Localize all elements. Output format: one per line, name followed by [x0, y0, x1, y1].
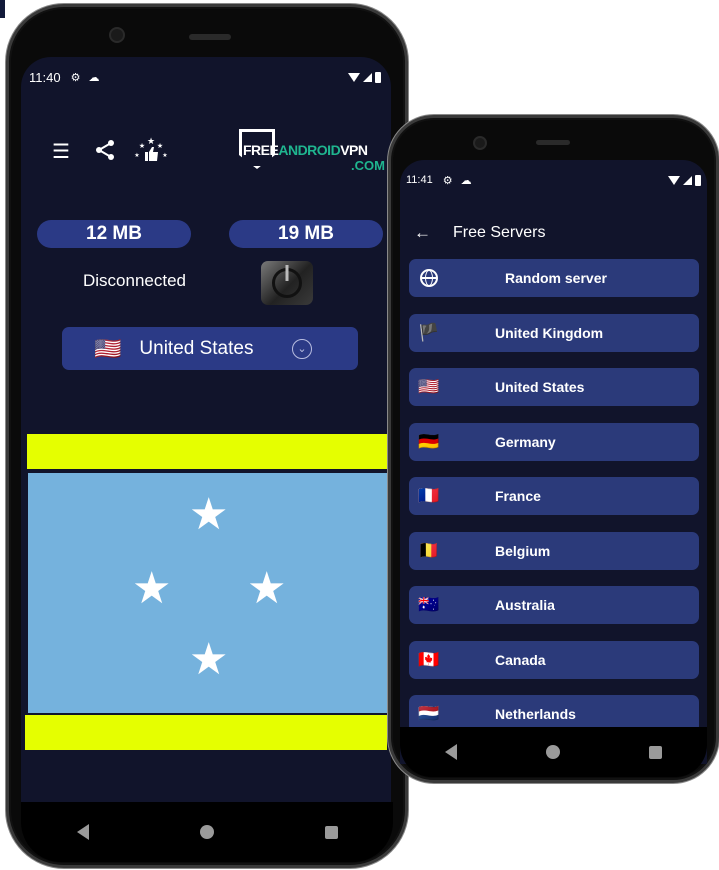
nav-back-icon[interactable]	[76, 824, 89, 840]
flag-star-right: ★	[247, 564, 287, 613]
signal-icon	[363, 72, 372, 82]
gear-icon: ⚙	[442, 174, 453, 187]
server-item-australia[interactable]: 🇦🇺 Australia	[409, 586, 699, 624]
canada-flag-icon: 🇨🇦	[418, 649, 440, 669]
globe-icon	[420, 269, 438, 287]
wifi-icon	[668, 175, 680, 185]
svg-text:★: ★	[134, 152, 139, 159]
servers-screen: 11:41 ⚙ ☁ ← Free Servers Random server 🏴…	[400, 160, 707, 764]
server-name: Random server	[505, 270, 607, 286]
us-flag-icon: 🇺🇸	[418, 377, 440, 396]
status-bar: 11:41 ⚙ ☁	[400, 160, 707, 200]
flag-star-left: ★	[132, 564, 172, 613]
logo-free: FREE	[243, 142, 279, 158]
servers-header: ← Free Servers	[400, 218, 707, 248]
us-flag-icon: 🇺🇸	[94, 335, 122, 361]
battery-icon	[695, 174, 701, 186]
svg-text:★: ★	[157, 142, 163, 150]
rate-app-icon[interactable]: ★ ★ ★ ★ ★	[133, 135, 169, 171]
nav-recent-icon[interactable]	[649, 745, 663, 759]
logo-android: ANDROID	[278, 142, 341, 158]
nav-home-icon[interactable]	[545, 745, 560, 759]
flag-star-bottom: ★	[189, 635, 229, 684]
status-time: 11:41	[406, 174, 433, 186]
flag-top-stripe	[27, 434, 389, 469]
logo-com: .COM	[351, 158, 385, 173]
app-logo: FREEANDROIDVPN .COM	[239, 129, 389, 174]
connection-status: Disconnected	[83, 271, 187, 290]
nav-bar	[400, 727, 707, 777]
svg-text:★: ★	[162, 152, 167, 159]
power-icon	[272, 265, 302, 298]
front-camera	[473, 136, 487, 150]
nav-bar	[21, 802, 393, 862]
server-item-canada[interactable]: 🇨🇦 Canada	[409, 640, 699, 679]
main-screen: 11:40 ⚙ ☁ ☰ ★ ★ ★ ★ ★ FREEANDROIDVPN .COM 12…	[21, 57, 391, 802]
menu-list-icon[interactable]: ☰	[52, 139, 70, 164]
country-flag-image: ★ ★ ★ ★	[25, 434, 389, 750]
flag-field: ★ ★ ★ ★	[28, 473, 388, 713]
wifi-icon	[348, 72, 360, 82]
corner-decoration	[0, 0, 5, 18]
nav-back-icon[interactable]	[444, 744, 457, 760]
server-name: Canada	[495, 651, 546, 668]
page-title: Free Servers	[453, 224, 546, 241]
australia-flag-icon: 🇦🇺	[418, 595, 440, 614]
server-name: Australia	[495, 597, 555, 613]
server-item-belgium[interactable]: 🇧🇪 Belgium	[409, 531, 699, 570]
cloud-icon: ☁	[88, 71, 100, 84]
battery-icon	[375, 71, 381, 83]
netherlands-flag-icon: 🇳🇱	[418, 704, 440, 723]
country-selector[interactable]: 🇺🇸 United States ⌄	[62, 327, 358, 370]
connect-power-button[interactable]	[261, 261, 313, 305]
status-time: 11:40	[29, 69, 61, 85]
share-icon[interactable]	[95, 139, 115, 167]
server-name: Belgium	[495, 542, 551, 559]
flag-bottom-stripe	[25, 715, 387, 750]
uk-flag-icon: 🏴	[418, 322, 440, 342]
status-bar: 11:40 ⚙ ☁	[21, 57, 391, 97]
signal-icon	[683, 175, 692, 185]
back-arrow-icon[interactable]: ←	[414, 223, 431, 243]
server-item-germany[interactable]: 🇩🇪 Germany	[409, 422, 699, 461]
server-item-united-states[interactable]: 🇺🇸 United States	[409, 368, 699, 406]
cloud-icon: ☁	[460, 174, 472, 187]
front-camera	[109, 27, 125, 43]
svg-text:★: ★	[139, 142, 145, 150]
svg-text:★: ★	[147, 136, 155, 146]
earpiece-speaker	[189, 34, 231, 40]
phone-main: 11:40 ⚙ ☁ ☰ ★ ★ ★ ★ ★ FREEANDROIDVPN .COM 12…	[6, 4, 408, 868]
server-name: France	[495, 488, 541, 504]
server-list: Random server 🏴 United Kingdom 🇺🇸 United…	[409, 259, 699, 764]
chevron-down-icon: ⌄	[292, 338, 312, 359]
logo-vpn: VPN	[340, 142, 368, 158]
selected-country-name: United States	[139, 337, 254, 359]
nav-recent-icon[interactable]	[324, 825, 338, 839]
flag-star-top: ★	[189, 490, 229, 539]
france-flag-icon: 🇫🇷	[418, 486, 440, 505]
phone-servers: 11:41 ⚙ ☁ ← Free Servers Random server 🏴…	[388, 115, 719, 783]
server-item-france[interactable]: 🇫🇷 France	[409, 477, 699, 515]
nav-home-icon[interactable]	[199, 825, 214, 839]
download-usage-badge: 12 MB	[37, 220, 191, 248]
earpiece-speaker	[536, 140, 570, 145]
server-name: Germany	[495, 433, 556, 450]
server-name: United Kingdom	[495, 324, 604, 341]
germany-flag-icon: 🇩🇪	[418, 431, 440, 451]
server-item-united-kingdom[interactable]: 🏴 United Kingdom	[409, 313, 699, 352]
server-name: Netherlands	[495, 706, 576, 722]
server-name: United States	[495, 379, 585, 395]
server-item-random[interactable]: Random server	[409, 259, 699, 297]
gear-icon: ⚙	[70, 71, 81, 84]
belgium-flag-icon: 🇧🇪	[418, 540, 440, 560]
upload-usage-badge: 19 MB	[229, 220, 383, 248]
